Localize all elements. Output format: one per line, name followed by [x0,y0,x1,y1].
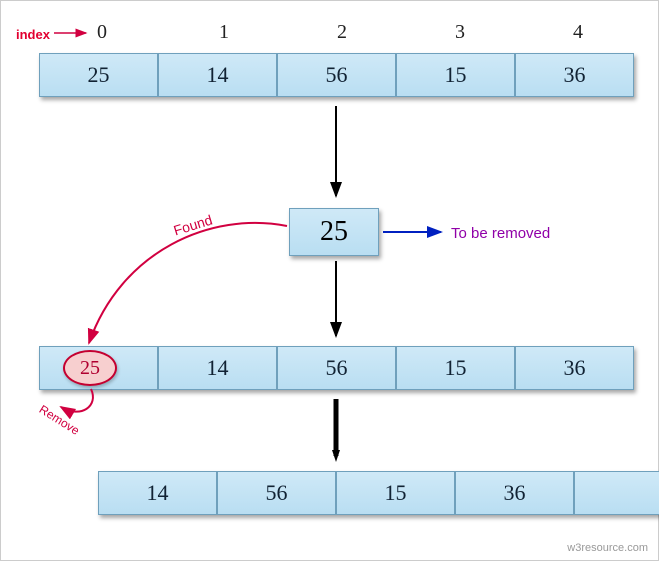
array-cell: 15 [336,471,455,515]
array-cell: 56 [277,53,396,97]
array-result: 14 56 15 36 [98,471,659,515]
index-1: 1 [219,21,229,44]
found-label: Found [172,212,215,239]
array-cell: 15 [396,53,515,97]
array-cell: 36 [515,53,634,97]
array-cell: 56 [217,471,336,515]
array-cell: 14 [158,346,277,390]
array-cell: 25 [39,53,158,97]
index-2: 2 [337,21,347,44]
array-cell: 14 [158,53,277,97]
arrow-remove [61,389,93,412]
arrow-found [89,223,287,343]
index-label: index [16,27,50,42]
array-cell [574,471,659,515]
array-cell: 36 [515,346,634,390]
index-0: 0 [97,21,107,44]
remove-label: Remove [37,402,82,438]
watermark: w3resource.com [567,542,648,554]
array-cell: 15 [396,346,515,390]
index-3: 3 [455,21,465,44]
array-cell: 14 [98,471,217,515]
to-be-removed-label: To be removed [451,225,550,242]
target-value-box: 25 [289,208,379,256]
index-4: 4 [573,21,583,44]
array-cell: 56 [277,346,396,390]
array-cell: 36 [455,471,574,515]
array-initial: 25 14 56 15 36 [39,53,634,97]
highlight-oval: 25 [63,350,117,386]
array-found: 25 14 56 15 36 [39,346,634,390]
